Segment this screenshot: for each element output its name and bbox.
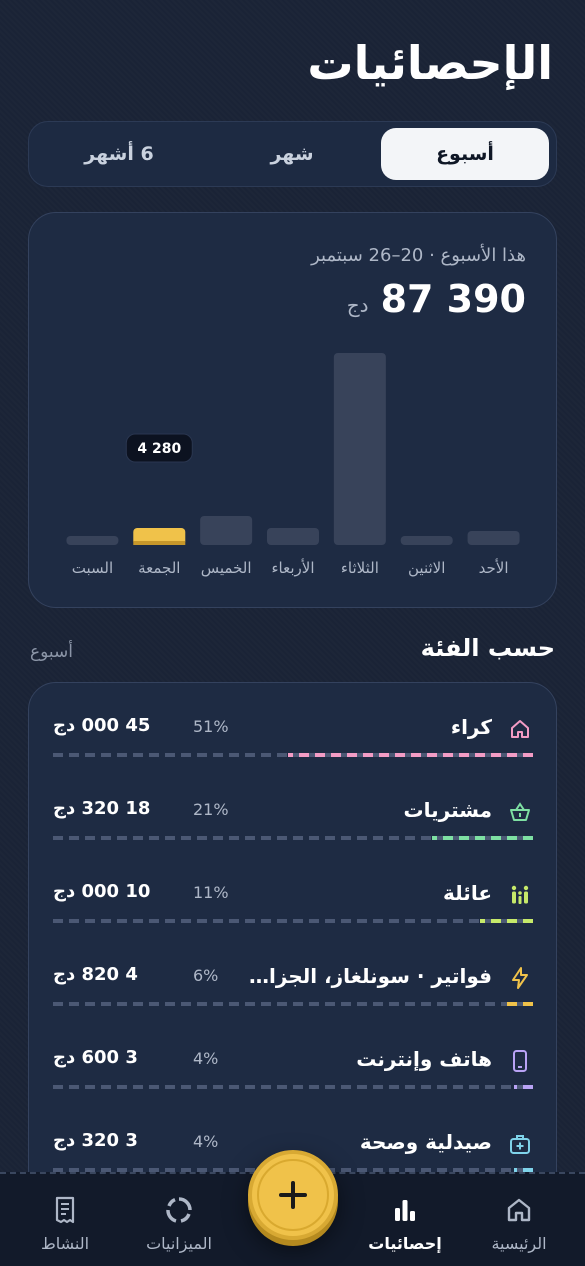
chart-day-label: الأحد (479, 558, 509, 577)
family-icon (511, 885, 529, 904)
donut-icon (166, 1197, 192, 1223)
tab-6-months[interactable]: 6 أشهر (35, 128, 203, 180)
bolt-icon (512, 967, 528, 989)
category-amount: 3 600 دج (53, 1047, 138, 1068)
chart-bar-1[interactable] (400, 536, 453, 545)
category-name: هاتف وإنترنت (356, 1047, 492, 1071)
category-name: عائلة (443, 881, 492, 905)
nav-budgets[interactable]: الميزانيات (124, 1194, 234, 1253)
category-percent: 6% (193, 966, 219, 985)
category-name: فواتير · سونلغاز، الجزائرية للمياه (242, 964, 492, 988)
category-percent: 4% (193, 1132, 219, 1151)
nav-home[interactable]: الرئيسية (464, 1194, 574, 1253)
chart-tooltip-value: 4 280 (137, 441, 181, 457)
nav-budgets-label: الميزانيات (146, 1234, 212, 1253)
category-progress-fill (504, 1002, 533, 1006)
basket-icon (510, 802, 530, 821)
category-amount: 10 000 دج (53, 881, 151, 902)
category-progress-fill (288, 753, 533, 757)
category-amount: 3 320 دج (53, 1130, 138, 1151)
period-segmented-control: أسبوع شهر 6 أشهر (28, 121, 557, 187)
category-percent: 21% (193, 800, 229, 819)
weekly-bar-chart: الأحد الاثنين الثلاثاء الأربعاء الخميس 4 280 ا… (66, 353, 520, 577)
add-transaction-button[interactable] (248, 1150, 338, 1240)
category-progress-track (53, 1002, 533, 1006)
chart-day-label: الثلاثاء (341, 559, 379, 577)
category-percent: 4% (193, 1049, 219, 1068)
nav-activity-label: النشاط (40, 1234, 90, 1253)
category-name: صيدلية وصحة (359, 1130, 492, 1154)
chart-bar-shadow (133, 541, 186, 545)
category-progress-fill (480, 919, 533, 923)
category-row[interactable]: فواتير · سونلغاز، الجزائرية للمياه 6% 4 82… (29, 964, 558, 1048)
chart-day-label: الجمعة (138, 559, 180, 577)
chart-day-label: السبت (72, 559, 113, 577)
category-name: مشتريات (403, 798, 492, 822)
chart-bar-6[interactable] (66, 536, 119, 545)
nav-stats[interactable]: إحصائيات (350, 1194, 460, 1253)
category-row[interactable]: كراء 51% 45 000 دج (29, 715, 558, 799)
category-row[interactable]: عائلة 11% 10 000 دج (29, 881, 558, 965)
tab-week[interactable]: أسبوع (381, 128, 549, 180)
nav-stats-label: إحصائيات (368, 1234, 442, 1253)
chart-bar-2[interactable] (333, 353, 386, 545)
category-amount: 18 320 دج (53, 798, 151, 819)
nav-activity[interactable]: النشاط (10, 1194, 120, 1253)
category-row[interactable]: هاتف وإنترنت 4% 3 600 دج (29, 1047, 558, 1131)
category-progress-track (53, 753, 533, 757)
bar-chart-icon (395, 1200, 415, 1221)
category-progress-fill (514, 1085, 533, 1089)
nav-home-label: الرئيسية (491, 1234, 547, 1253)
chart-day-label: الأربعاء (271, 558, 314, 577)
medkit-icon (510, 1135, 530, 1154)
chart-bar-3[interactable] (267, 528, 319, 545)
category-period-label[interactable]: أسبوع (30, 642, 73, 662)
category-percent: 11% (193, 883, 229, 902)
chart-bar-4[interactable] (200, 516, 253, 545)
category-name: كراء (450, 715, 492, 739)
chart-day-label: الخميس (201, 559, 252, 577)
category-amount: 4 820 دج (53, 964, 138, 985)
category-row[interactable]: مشتريات 21% 18 320 دج (29, 798, 558, 882)
plus-icon (279, 1181, 307, 1209)
home-icon (511, 720, 529, 738)
category-heading: حسب الفئة (420, 634, 555, 662)
chart-day-label: الاثنين (408, 559, 445, 577)
category-progress-track (53, 1085, 533, 1089)
chart-bar-0[interactable] (467, 531, 520, 545)
fab-ring (257, 1159, 329, 1231)
category-progress-track (53, 919, 533, 923)
weekly-summary-card: هذا الأسبوع · 20–26 سبتمبر 87 390 دج الأ… (28, 212, 557, 608)
category-progress-fill (432, 836, 533, 840)
category-amount: 45 000 دج (53, 715, 151, 736)
home-icon (507, 1198, 531, 1222)
receipt-icon (55, 1196, 75, 1224)
category-percent: 51% (193, 717, 229, 736)
page-title: الإحصائيات (307, 36, 554, 90)
phone-icon (513, 1050, 527, 1072)
tab-month[interactable]: شهر (208, 128, 376, 180)
category-progress-track (53, 836, 533, 840)
